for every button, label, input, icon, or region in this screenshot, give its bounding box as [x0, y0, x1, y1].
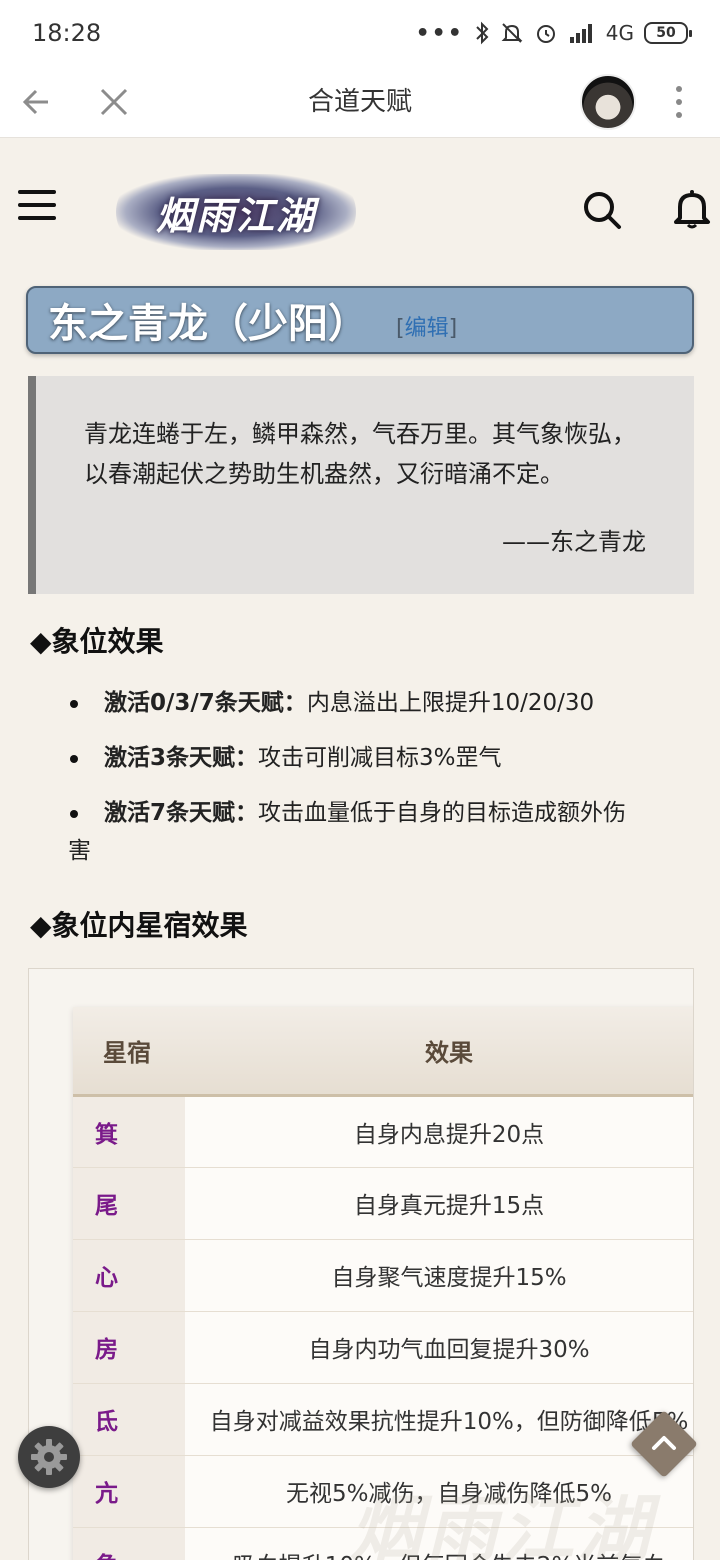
status-bar: 18:28 ••• 4G 50: [0, 0, 720, 66]
chevron-up-icon[interactable]: [644, 1422, 684, 1462]
column-header-star: 星宿: [73, 1007, 185, 1097]
battery-icon: 50: [644, 22, 692, 44]
star-name[interactable]: 角: [73, 1527, 185, 1560]
logo-text: 烟雨江湖: [155, 192, 316, 238]
column-header-effect: 效果: [185, 1007, 693, 1097]
star-effect: 自身聚气速度提升15%: [185, 1239, 693, 1312]
alarm-icon: [536, 25, 555, 43]
back-arrow-icon[interactable]: [18, 82, 58, 122]
table-row: 房自身内功气血回复提升30%: [73, 1311, 693, 1384]
edit-link[interactable]: 编辑: [405, 316, 449, 341]
table-row: 氐自身对减益效果抗性提升10%，但防御降低5%: [73, 1383, 693, 1456]
gear-icon: [31, 1439, 67, 1475]
star-name[interactable]: 氐: [73, 1383, 185, 1456]
signal-icon: [569, 24, 592, 43]
network-type: 4G: [605, 21, 634, 45]
section-heading-stars: ◆象位内星宿效果: [30, 909, 248, 942]
article-heading: 东之青龙（少阳） [编辑]: [26, 286, 694, 354]
status-time: 18:28: [32, 19, 102, 47]
star-name[interactable]: 尾: [73, 1167, 185, 1240]
close-icon[interactable]: [94, 82, 134, 122]
quote-attribution: ——东之青龙: [502, 528, 646, 556]
watermark: 烟雨江湖: [350, 1486, 655, 1560]
site-header: 烟雨江湖: [0, 138, 720, 268]
quote-block: 青龙连蜷于左，鳞甲森然，气吞万里。其气象恢弘，以春潮起伏之势助生机盎然，又衍暗涌…: [28, 376, 694, 594]
browser-toolbar: 合道天赋: [0, 66, 720, 138]
star-name[interactable]: 箕: [73, 1095, 185, 1168]
bluetooth-icon: [476, 21, 489, 45]
battery-level: 50: [656, 25, 676, 41]
more-notifications-icon: •••: [415, 20, 464, 46]
notification-bell-icon[interactable]: [672, 188, 712, 230]
star-effect: 自身内息提升20点: [185, 1095, 693, 1168]
status-icons: ••• 4G 50: [415, 20, 692, 46]
star-effect: 自身内功气血回复提升30%: [185, 1311, 693, 1384]
table-row: 心自身聚气速度提升15%: [73, 1239, 693, 1312]
article-title: 东之青龙（少阳）: [48, 301, 368, 347]
list-item: 激活7条天赋：攻击血量低于自身的目标造成额外伤害: [68, 794, 688, 870]
table-header-row: 星宿 效果: [73, 1007, 693, 1097]
page-title: 合道天赋: [307, 87, 412, 117]
section-heading-effects: ◆象位效果: [30, 625, 164, 658]
more-menu-icon[interactable]: [664, 80, 694, 124]
list-item: 激活0/3/7条天赋：内息溢出上限提升10/20/30: [68, 684, 688, 722]
site-logo[interactable]: 烟雨江湖: [116, 174, 356, 250]
star-name[interactable]: 亢: [73, 1455, 185, 1528]
mute-bell-icon: [501, 23, 523, 43]
avatar[interactable]: [580, 74, 636, 130]
hamburger-menu-icon[interactable]: [18, 190, 56, 220]
star-name[interactable]: 心: [73, 1239, 185, 1312]
list-item: 激活3条天赋：攻击可削减目标3%罡气: [68, 739, 688, 777]
star-effect: 自身真元提升15点: [185, 1167, 693, 1240]
search-icon[interactable]: [582, 190, 622, 230]
effects-list: 激活0/3/7条天赋：内息溢出上限提升10/20/30 激活3条天赋：攻击可削减…: [68, 684, 688, 887]
star-effect: 自身对减益效果抗性提升10%，但防御降低5%: [185, 1383, 693, 1456]
star-name[interactable]: 房: [73, 1311, 185, 1384]
table-row: 尾自身真元提升15点: [73, 1167, 693, 1240]
settings-button[interactable]: [18, 1426, 80, 1488]
table-row: 箕自身内息提升20点: [73, 1095, 693, 1168]
edit-section: [编辑]: [396, 316, 458, 341]
quote-text: 青龙连蜷于左，鳞甲森然，气吞万里。其气象恢弘，以春潮起伏之势助生机盎然，又衍暗涌…: [84, 420, 636, 488]
